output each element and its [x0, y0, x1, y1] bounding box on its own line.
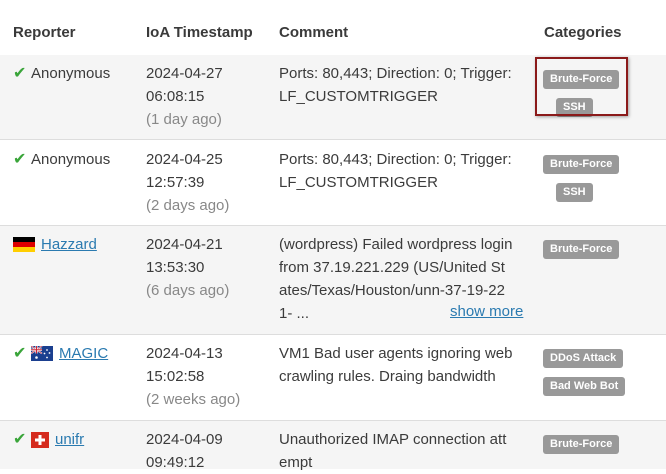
- reporter-cell: Hazzard: [13, 233, 97, 256]
- reporter-link[interactable]: MAGIC: [59, 342, 108, 365]
- timestamp-date: 2024-04-09: [146, 431, 223, 448]
- comment-line: LF_CUSTOMTRIGGER: [279, 174, 438, 191]
- category-badge[interactable]: DDoS Attack: [543, 349, 624, 368]
- check-icon: ✔: [13, 65, 27, 82]
- reporter-cell: ✔ Anonymous: [13, 148, 110, 171]
- timestamp-time: 13:53:30: [146, 259, 205, 276]
- germany-flag-icon: [13, 237, 35, 252]
- timestamp-ago: (2 days ago): [146, 197, 230, 214]
- timestamp-date: 2024-04-21: [146, 236, 223, 253]
- highlight-box: [535, 57, 628, 116]
- timestamp-time: 15:02:58: [146, 368, 205, 385]
- reporter-name: Anonymous: [31, 151, 111, 168]
- timestamp-ago: (1 day ago): [146, 111, 222, 128]
- comment-cell: Ports: 80,443; Direction: 0; Trigger: LF…: [279, 148, 531, 194]
- comment-line: from 37.19.221.229 (US/United St: [279, 259, 505, 276]
- comment-line: VM1 Bad user agents ignoring web: [279, 345, 513, 362]
- australia-flag-icon: [31, 346, 53, 361]
- comment-line: LF_CUSTOMTRIGGER: [279, 88, 438, 105]
- timestamp-ago: (6 days ago): [146, 282, 230, 299]
- timestamp-cell: 2024-04-13 15:02:58 (2 weeks ago): [146, 342, 240, 411]
- reporter-cell: ✔ MAGIC: [13, 342, 108, 365]
- timestamp-date: 2024-04-27: [146, 65, 223, 82]
- reporter-cell: ✔ unifr: [13, 428, 84, 451]
- comment-line: Ports: 80,443; Direction: 0; Trigger:: [279, 65, 512, 82]
- show-more-link[interactable]: show more: [450, 303, 523, 320]
- categories-cell: Brute-Force SSH: [543, 151, 620, 207]
- timestamp-date: 2024-04-13: [146, 345, 223, 362]
- timestamp-cell: 2024-04-25 12:57:39 (2 days ago): [146, 148, 229, 217]
- timestamp-time: 12:57:39: [146, 174, 205, 191]
- reporter-link[interactable]: unifr: [55, 428, 84, 451]
- timestamp-cell: 2024-04-09 09:49:12: [146, 428, 223, 474]
- comment-cell: Ports: 80,443; Direction: 0; Trigger: LF…: [279, 62, 531, 108]
- check-icon: ✔: [13, 345, 27, 362]
- comment-cell: VM1 Bad user agents ignoring web crawlin…: [279, 342, 531, 388]
- header-timestamp: IoA Timestamp: [146, 24, 253, 41]
- category-badge[interactable]: Brute-Force: [543, 155, 620, 174]
- reporter-name: Anonymous: [31, 65, 111, 82]
- timestamp-cell: 2024-04-21 13:53:30 (6 days ago): [146, 233, 229, 302]
- timestamp-date: 2024-04-25: [146, 151, 223, 168]
- check-icon: ✔: [13, 431, 27, 448]
- comment-line: Ports: 80,443; Direction: 0; Trigger:: [279, 151, 512, 168]
- comment-line: ates/Texas/Houston/unn-37-19-22: [279, 282, 505, 299]
- comment-line: (wordpress) Failed wordpress login: [279, 236, 513, 253]
- header-comment: Comment: [279, 24, 349, 41]
- reporter-cell: ✔ Anonymous: [13, 62, 110, 85]
- reporter-link[interactable]: Hazzard: [41, 233, 97, 256]
- timestamp-ago: (2 weeks ago): [146, 391, 241, 408]
- category-badge[interactable]: Brute-Force: [543, 435, 620, 454]
- timestamp-cell: 2024-04-27 06:08:15 (1 day ago): [146, 62, 223, 131]
- category-badge[interactable]: Brute-Force: [543, 240, 620, 259]
- comment-line: empt: [279, 454, 313, 471]
- timestamp-time: 06:08:15: [146, 88, 205, 105]
- comment-line: crawling rules. Draing bandwidth: [279, 368, 496, 385]
- category-badge[interactable]: SSH: [556, 183, 593, 202]
- categories-cell: Brute-Force: [543, 236, 620, 264]
- switzerland-flag-icon: [31, 431, 49, 448]
- categories-cell: DDoS Attack Bad Web Bot: [543, 345, 626, 401]
- timestamp-time: 09:49:12: [146, 454, 205, 471]
- header-categories: Categories: [544, 24, 622, 41]
- header-reporter: Reporter: [13, 24, 76, 41]
- check-icon: ✔: [13, 151, 27, 168]
- comment-cell: Unauthorized IMAP connection att empt: [279, 428, 531, 474]
- comment-line: Unauthorized IMAP connection att: [279, 431, 507, 448]
- category-badge[interactable]: Bad Web Bot: [543, 377, 626, 396]
- categories-cell: Brute-Force: [543, 431, 620, 459]
